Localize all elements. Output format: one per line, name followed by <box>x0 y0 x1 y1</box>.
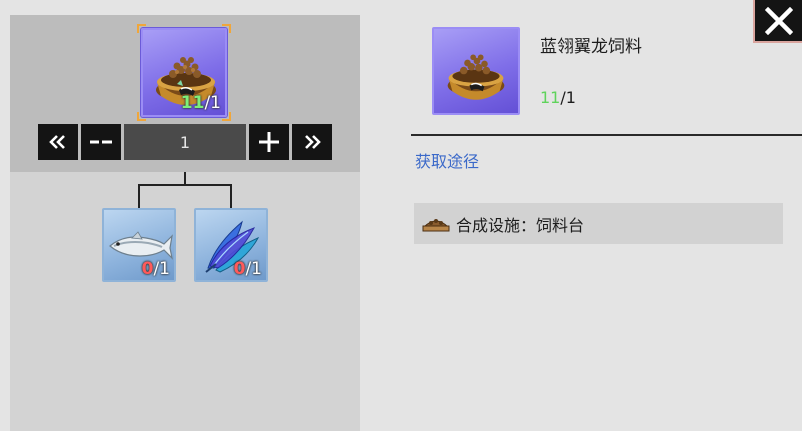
detail-item-icon-frame <box>432 27 520 115</box>
connector-bar <box>138 184 232 186</box>
ingredient-need-count: 1 <box>251 259 262 279</box>
owned-count: 11/1 <box>540 88 576 107</box>
quantity-field[interactable]: 1 <box>124 124 246 160</box>
owned-need: 1 <box>565 88 576 107</box>
ingredient-slot-fish[interactable]: 0/1 <box>102 208 176 282</box>
crafting-facility-label: 合成设施：饲料台 <box>456 215 585 235</box>
ingredient-have-count: 0 <box>141 259 154 279</box>
connector-right-drop <box>230 184 232 208</box>
close-button[interactable] <box>753 0 802 43</box>
minus-icon <box>90 140 112 144</box>
quantity-decrement-button[interactable] <box>81 124 121 160</box>
output-have-count: 11 <box>180 93 205 113</box>
crafting-facility-row[interactable]: 合成设施：饲料台 <box>414 203 783 244</box>
item-name: 蓝翎翼龙饲料 <box>540 37 642 57</box>
close-icon <box>764 6 793 35</box>
quantity-increment-button[interactable] <box>249 124 289 160</box>
ingredient-slot-blue-leaves[interactable]: 0/1 <box>194 208 268 282</box>
output-item-slot[interactable]: 11/1 <box>141 28 227 117</box>
output-count: 11/1 <box>181 93 221 113</box>
ingredient-count: 0/1 <box>142 259 170 279</box>
double-chevron-left-icon <box>49 135 65 149</box>
crafting-panel: 11/1 1 0/1 0/1 <box>10 15 360 431</box>
recipe-tree-connector <box>10 172 360 212</box>
plus-icon <box>259 132 279 152</box>
connector-left-drop <box>138 184 140 208</box>
quantity-stepper: 1 <box>38 124 333 160</box>
ingredient-need-count: 1 <box>159 259 170 279</box>
double-chevron-right-icon <box>305 135 321 149</box>
ingredient-have-count: 0 <box>233 259 246 279</box>
dino-feed-bowl-icon <box>447 54 505 100</box>
ingredient-count: 0/1 <box>234 259 262 279</box>
owned-have: 11 <box>540 88 561 107</box>
quantity-value: 1 <box>179 132 191 152</box>
output-need-count: 1 <box>210 93 221 113</box>
detail-divider <box>411 134 802 136</box>
quantity-min-button[interactable] <box>38 124 78 160</box>
quantity-max-button[interactable] <box>292 124 332 160</box>
acquisition-source-link[interactable]: 获取途径 <box>415 148 479 172</box>
feed-trough-icon <box>422 218 450 231</box>
